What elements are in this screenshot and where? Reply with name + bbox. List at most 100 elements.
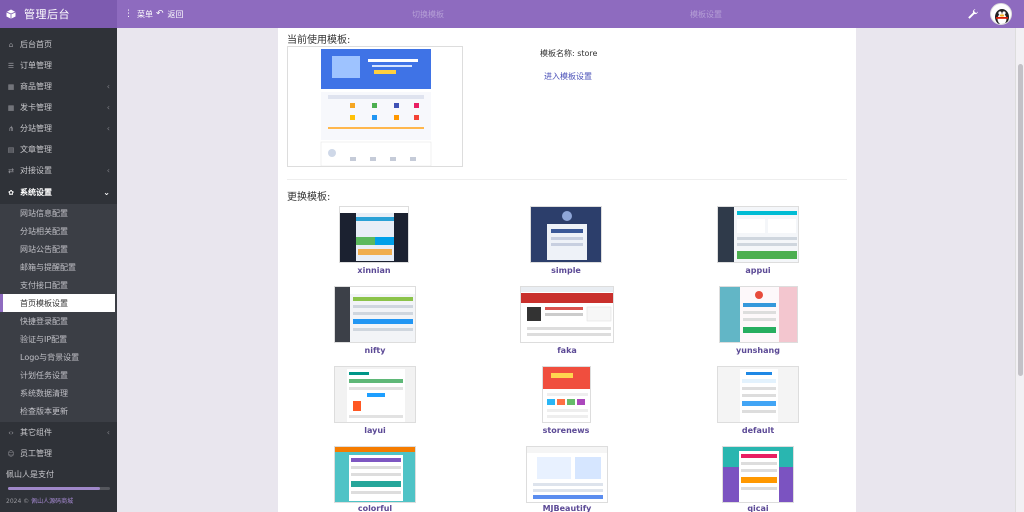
submenu-item-verification-ip[interactable]: 验证与IP配置 [0, 330, 115, 348]
sidebar-item-substations[interactable]: ⋔ 分站管理 ‹ [0, 118, 117, 139]
sitemap-icon: ⋔ [8, 124, 14, 133]
undo-arrow-icon: ↶ [156, 9, 164, 19]
chevron-left-icon: ‹ [106, 124, 110, 133]
template-name: MJBeautify [542, 504, 592, 512]
template-name: default [741, 426, 775, 435]
template-name: colorful [357, 504, 393, 512]
template-name: xinnian [357, 266, 391, 275]
template-name: faka [557, 346, 577, 355]
current-template-heading: 当前使用模板: [287, 35, 351, 46]
template-thumbnail[interactable] [526, 446, 608, 503]
chevron-down-icon: ⌄ [103, 188, 110, 197]
template-thumbnail[interactable] [719, 286, 798, 343]
sidebar-item-cards[interactable]: ▦ 发卡管理 ‹ [0, 97, 117, 118]
submenu-item-substation[interactable]: 分站相关配置 [0, 222, 115, 240]
grid-icon: ▦ [7, 82, 15, 91]
footer-link[interactable]: 佩山人源码商城 [31, 498, 73, 505]
submenu-item-payment[interactable]: 支付接口配置 [0, 276, 115, 294]
link-icon: ⇄ [8, 166, 14, 175]
submenu-item-email[interactable]: 邮箱与提醒配置 [0, 258, 115, 276]
menu-label: 菜单 [137, 9, 153, 19]
template-thumbnail[interactable] [717, 206, 799, 263]
submenu-item-check-update[interactable]: 检查版本更新 [0, 402, 115, 420]
template-name: yunshang [736, 346, 780, 355]
submenu-item-site-info[interactable]: 网站信息配置 [0, 204, 115, 222]
template-name: simple [551, 266, 581, 275]
sidebar-item-dashboard[interactable]: ⌂ 后台首页 [0, 34, 117, 55]
template-panel: 当前使用模板: 模板名称: store 进入模板设置 更换模板: xinnian [278, 28, 856, 512]
wrench-icon[interactable] [967, 8, 979, 20]
submenu-item-logo-background[interactable]: Logo与背景设置 [0, 348, 115, 366]
sidebar-item-label: 发卡管理 [20, 103, 52, 112]
sidebar-progress-bar [8, 487, 110, 490]
section-divider [287, 179, 847, 180]
code-icon: ‹› [8, 428, 14, 437]
grid-icon: ▦ [7, 103, 15, 112]
penguin-avatar-icon [995, 9, 1009, 24]
template-thumbnail[interactable] [530, 206, 602, 263]
template-thumbnail[interactable] [520, 286, 614, 343]
current-template-preview [287, 46, 463, 167]
vertical-dots-icon: ⋮ [124, 9, 133, 19]
sidebar-item-integration[interactable]: ⇄ 对接设置 ‹ [0, 160, 117, 181]
scrollbar-thumb[interactable] [1018, 64, 1023, 376]
template-thumbnail[interactable] [722, 446, 794, 503]
top-bar: 管理后台 ⋮ 菜单 ↶ 返回 切换模板 模板设置 [0, 0, 1024, 28]
sidebar-item-system-settings[interactable]: ✿ 系统设置 ⌄ [0, 182, 117, 203]
sidebar-item-staff[interactable]: ☺ 员工管理 [0, 443, 117, 464]
enter-template-settings-link[interactable]: 进入模板设置 [544, 71, 592, 82]
app-title: 管理后台 [24, 8, 70, 21]
chevron-left-icon: ‹ [106, 166, 110, 175]
submenu-item-homepage-template[interactable]: 首页模板设置 [0, 294, 115, 312]
sidebar-item-payment-vendor[interactable]: 佩山人是支付 [0, 464, 117, 485]
sidebar-item-articles[interactable]: ▤ 文章管理 [0, 139, 117, 160]
template-thumbnail[interactable] [334, 446, 416, 503]
user-icon: ☺ [7, 449, 15, 458]
sidebar-progress-fill [8, 487, 100, 490]
template-thumbnail[interactable] [334, 366, 416, 423]
template-name-label: 模板名称: store [540, 49, 598, 58]
sidebar-item-products[interactable]: ▦ 商品管理 ‹ [0, 76, 117, 97]
system-settings-submenu: 网站信息配置 分站相关配置 网站公告配置 邮箱与提醒配置 支付接口配置 首页模板… [0, 204, 117, 422]
submenu-item-announcement[interactable]: 网站公告配置 [0, 240, 115, 258]
template-thumbnail[interactable] [339, 206, 409, 263]
chevron-left-icon: ‹ [106, 82, 110, 91]
template-name: nifty [364, 346, 386, 355]
page-scrollbar[interactable] [1015, 28, 1024, 512]
sidebar-item-label: 系统设置 [20, 188, 52, 197]
brand[interactable]: 管理后台 [0, 0, 117, 28]
sidebar-item-label: 后台首页 [20, 40, 52, 49]
avatar[interactable] [990, 3, 1012, 25]
faded-tab-2: 模板设置 [690, 9, 722, 19]
submenu-item-data-cleanup[interactable]: 系统数据清理 [0, 384, 115, 402]
sidebar-item-label: 对接设置 [20, 166, 52, 175]
template-thumbnail[interactable] [334, 286, 416, 343]
menu-button[interactable]: ⋮ 菜单 [124, 0, 153, 28]
sidebar-item-label: 员工管理 [20, 449, 52, 458]
sidebar-item-label: 订单管理 [20, 61, 52, 70]
chevron-left-icon: ‹ [106, 428, 110, 437]
sidebar-item-label: 文章管理 [20, 145, 52, 154]
template-name: qicai [747, 504, 769, 512]
faded-tab-1: 切换模板 [412, 9, 444, 19]
template-thumbnail[interactable] [542, 366, 591, 423]
cube-logo-icon [6, 9, 16, 19]
submenu-item-scheduled-tasks[interactable]: 计划任务设置 [0, 366, 115, 384]
sidebar-item-other-components[interactable]: ‹› 其它组件 ‹ [0, 422, 117, 443]
sidebar-footer: 2024 © 佩山人源码商城 [6, 496, 73, 505]
doc-icon: ▤ [7, 145, 15, 154]
switch-template-heading: 更换模板: [287, 192, 331, 203]
sidebar: ⌂ 后台首页 ☰ 订单管理 ▦ 商品管理 ‹ ▦ 发卡管理 ‹ ⋔ 分站管理 ‹… [0, 28, 117, 512]
submenu-item-quick-login[interactable]: 快捷登录配置 [0, 312, 115, 330]
template-name: storenews [542, 426, 590, 435]
footer-copyright: 2024 © [6, 498, 32, 505]
back-label: 返回 [167, 9, 184, 19]
sidebar-item-label: 商品管理 [20, 82, 52, 91]
template-name: layui [364, 426, 386, 435]
sidebar-item-orders[interactable]: ☰ 订单管理 [0, 55, 117, 76]
sidebar-item-label: 佩山人是支付 [6, 470, 54, 479]
template-name: appui [745, 266, 771, 275]
back-button[interactable]: ↶ 返回 [156, 0, 184, 28]
template-thumbnail[interactable] [717, 366, 799, 423]
sidebar-item-label: 分站管理 [20, 124, 52, 133]
